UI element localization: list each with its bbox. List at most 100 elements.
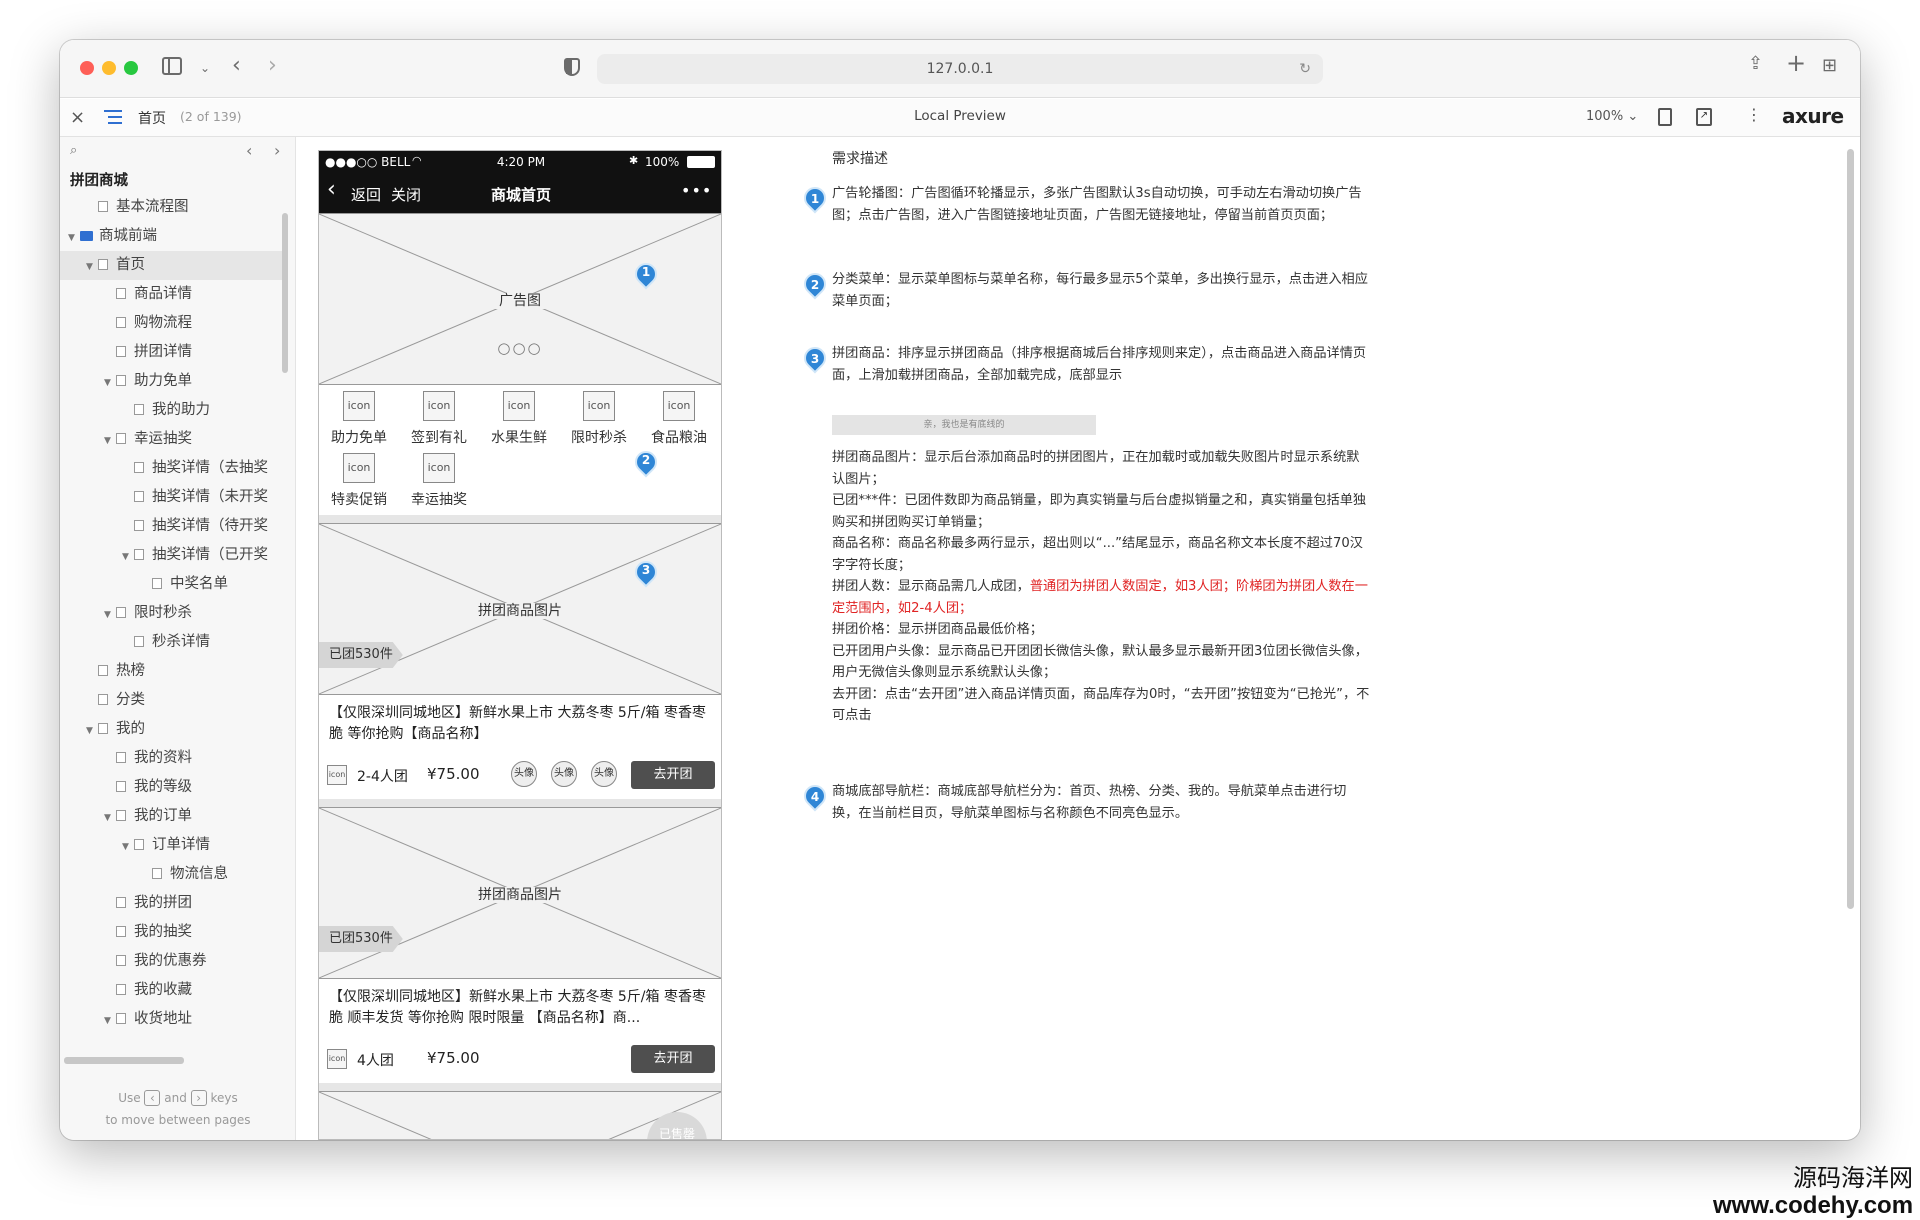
product-title[interactable]: 【仅限深圳同城地区】新鲜水果上市 大荔冬枣 5斤/箱 枣香枣脆 顺丰发货 等你抢…: [329, 987, 713, 1029]
category-item[interactable]: icon 特卖促销: [320, 453, 398, 509]
prev-page-icon[interactable]: ‹: [246, 141, 252, 160]
category-item[interactable]: icon 幸运抽奖: [400, 453, 478, 509]
annotation-pin-3[interactable]: 3: [799, 342, 831, 375]
sidebar-item[interactable]: 购物流程: [60, 309, 282, 338]
sidebar-item-label: 我的抽奖: [134, 924, 192, 940]
expand-arrow-icon[interactable]: ▼: [68, 224, 80, 251]
product-title[interactable]: 【仅限深圳同城地区】新鲜水果上市 大荔冬枣 5斤/箱 枣香枣脆 等你抢购【商品名…: [329, 703, 713, 745]
category-item[interactable]: icon 助力免单: [320, 391, 398, 447]
page-icon: [134, 520, 144, 531]
forward-icon[interactable]: ›: [268, 55, 277, 77]
annotation-pin-1[interactable]: 1: [799, 182, 831, 215]
minimize-window-button[interactable]: [102, 61, 116, 75]
sidebar-item[interactable]: ▼ 幸运抽奖: [60, 425, 282, 454]
expand-arrow-icon[interactable]: ▼: [104, 601, 116, 628]
banner-placeholder[interactable]: 广告图 ○○○: [319, 213, 721, 385]
sidebar-item[interactable]: 秒杀详情: [60, 628, 282, 657]
canvas-scrollbar[interactable]: [1847, 149, 1854, 909]
requirement-item: 4 商城底部导航栏：商城底部导航栏分为：首页、热榜、分类、我的。导航菜单点击进行…: [799, 780, 1372, 824]
start-group-button[interactable]: 去开团: [631, 761, 715, 789]
expand-arrow-icon[interactable]: ▼: [86, 717, 98, 744]
expand-arrow-icon[interactable]: ▼: [104, 427, 116, 454]
annotation-pin-1[interactable]: 1: [630, 258, 662, 291]
sidebar-item[interactable]: 抽奖详情（未开奖: [60, 483, 282, 512]
sidebar-toggle-icon[interactable]: [162, 57, 182, 75]
expand-arrow-icon[interactable]: ▼: [104, 369, 116, 396]
sidebar-item[interactable]: 热榜: [60, 657, 282, 686]
annotation-pin-4[interactable]: 4: [799, 780, 831, 813]
page-icon: [134, 636, 144, 647]
sidebar-item[interactable]: 物流信息: [60, 860, 282, 889]
sidebar-item[interactable]: 拼团详情: [60, 338, 282, 367]
nav-hint: Use ‹ and › keys to move between pages: [105, 1090, 251, 1127]
page-icon: [134, 549, 144, 560]
tab-overview-icon[interactable]: ⊞: [1822, 56, 1837, 76]
start-group-button[interactable]: 去开团: [631, 1045, 715, 1073]
sidebar-scrollbar[interactable]: [282, 213, 288, 373]
sidebar-item[interactable]: ▼ 订单详情: [60, 831, 282, 860]
sidebar-item[interactable]: 抽奖详情（待开奖: [60, 512, 282, 541]
zoom-select[interactable]: 100% ⌄: [1586, 109, 1638, 124]
expand-arrow-icon[interactable]: ▼: [122, 543, 134, 570]
sidebar-item[interactable]: 分类: [60, 686, 282, 715]
reload-icon[interactable]: ↻: [1299, 54, 1311, 84]
sidebar-item-label: 我的订单: [134, 808, 192, 824]
product-image-placeholder[interactable]: 拼团商品图片 已团530件: [319, 523, 721, 695]
sidebar-item[interactable]: 我的资料: [60, 744, 282, 773]
sidebar-item[interactable]: 我的收藏: [60, 976, 282, 1005]
sidebar-item[interactable]: 商品详情: [60, 280, 282, 309]
sidebar-item[interactable]: 中奖名单: [60, 570, 282, 599]
sidebar-item[interactable]: 基本流程图: [60, 193, 282, 222]
requirement-details: 拼团商品图片：显示后台添加商品时的拼团图片，正在加载时或加载失败图片时显示系统默…: [832, 447, 1372, 727]
sidebar-item[interactable]: 我的优惠券: [60, 947, 282, 976]
sidebar-item[interactable]: ▼ 限时秒杀: [60, 599, 282, 628]
battery-icon: [687, 156, 715, 168]
next-page-icon[interactable]: ›: [274, 141, 280, 160]
back-icon[interactable]: ‹: [232, 55, 241, 77]
sidebar-item[interactable]: ▼ 我的订单: [60, 802, 282, 831]
carousel-dots[interactable]: ○○○: [319, 339, 721, 357]
sidebar-item[interactable]: 抽奖详情（去抽奖: [60, 454, 282, 483]
more-options-icon[interactable]: ⋮: [1746, 105, 1762, 124]
sidebar-item[interactable]: ▼ 首页: [60, 251, 282, 280]
page-icon: [98, 259, 108, 270]
annotation-pin-2[interactable]: 2: [799, 268, 831, 301]
annotation-pin-2[interactable]: 2: [630, 446, 662, 479]
sidebar-item[interactable]: ▼ 助力免单: [60, 367, 282, 396]
expand-arrow-icon[interactable]: ▼: [122, 833, 134, 860]
more-icon[interactable]: •••: [681, 181, 712, 200]
chevron-down-icon[interactable]: ⌄: [200, 58, 210, 78]
inspect-icon[interactable]: ↗: [1696, 108, 1712, 126]
expand-arrow-icon[interactable]: ▼: [104, 804, 116, 831]
close-window-button[interactable]: [80, 61, 94, 75]
sidebar-item[interactable]: 我的等级: [60, 773, 282, 802]
sidebar-item[interactable]: 我的助力: [60, 396, 282, 425]
sidebar-item[interactable]: ▼ 商城前端: [60, 222, 282, 251]
search-icon[interactable]: ⌕: [70, 143, 77, 158]
sidebar-item-label: 热榜: [116, 663, 145, 679]
annotation-pin-3[interactable]: 3: [630, 556, 662, 589]
sidebar-horizontal-scrollbar[interactable]: [64, 1057, 184, 1064]
new-tab-icon[interactable]: +: [1786, 51, 1806, 75]
expand-arrow-icon[interactable]: ▼: [104, 1007, 116, 1034]
category-item[interactable]: icon 食品粮油: [640, 391, 718, 447]
address-bar[interactable]: 127.0.0.1 ↻: [597, 54, 1323, 84]
zoom-window-button[interactable]: [124, 61, 138, 75]
product-image-placeholder[interactable]: 已售罄: [319, 1091, 721, 1139]
sidebar-item[interactable]: 我的抽奖: [60, 918, 282, 947]
category-item[interactable]: icon 水果生鲜: [480, 391, 558, 447]
share-icon[interactable]: ⇪: [1748, 54, 1763, 74]
group-icon: icon: [327, 1049, 347, 1069]
requirement-text: 广告轮播图：广告图循环轮播显示，多张广告图默认3s自动切换，可手动左右滑动切换广…: [832, 186, 1362, 223]
sidebar-item[interactable]: ▼ 我的: [60, 715, 282, 744]
product-image-placeholder[interactable]: 拼团商品图片 已团530件: [319, 807, 721, 979]
category-item[interactable]: icon 签到有礼: [400, 391, 478, 447]
sidebar-item[interactable]: ▼ 收货地址: [60, 1005, 282, 1034]
group-price: ¥75.00: [427, 765, 480, 783]
sidebar-item[interactable]: ▼ 抽奖详情（已开奖: [60, 541, 282, 570]
shield-icon[interactable]: [564, 58, 580, 76]
sidebar-item[interactable]: 我的拼团: [60, 889, 282, 918]
notes-icon[interactable]: [1658, 108, 1672, 126]
category-item[interactable]: icon 限时秒杀: [560, 391, 638, 447]
expand-arrow-icon[interactable]: ▼: [86, 253, 98, 280]
